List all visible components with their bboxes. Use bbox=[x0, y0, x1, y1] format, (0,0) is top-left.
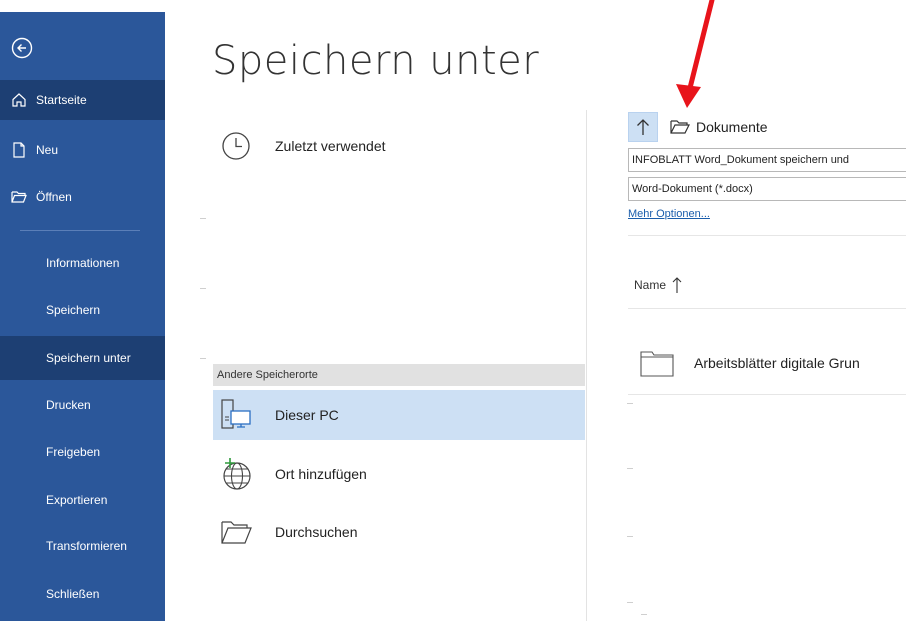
new-document-icon bbox=[13, 142, 25, 158]
ruler-tick bbox=[200, 288, 206, 289]
nav-item-label: Informationen bbox=[46, 256, 120, 270]
separator-line bbox=[628, 394, 906, 395]
location-label: Dieser PC bbox=[275, 407, 339, 423]
nav-divider bbox=[20, 230, 140, 231]
location-browse[interactable]: Durchsuchen bbox=[213, 512, 585, 552]
nav-item-neu[interactable]: Neu bbox=[0, 130, 165, 170]
clock-icon bbox=[222, 132, 250, 160]
page-title: Speichern unter bbox=[212, 38, 540, 84]
location-this-pc[interactable]: Dieser PC bbox=[213, 390, 585, 440]
ruler-tick bbox=[641, 614, 647, 615]
more-options-link[interactable]: Mehr Optionen... bbox=[628, 208, 710, 220]
up-arrow-icon bbox=[637, 119, 649, 135]
filetype-select[interactable]: Word-Dokument (*.docx) bbox=[628, 177, 906, 201]
open-folder-icon bbox=[11, 191, 27, 203]
back-arrow-icon[interactable] bbox=[11, 37, 33, 59]
nav-item-exportieren[interactable]: Exportieren bbox=[0, 480, 165, 520]
column-header-name[interactable]: Name bbox=[634, 276, 682, 294]
nav-item-schliessen[interactable]: Schließen bbox=[0, 574, 165, 614]
section-header-other-locations: Andere Speicherorte bbox=[213, 364, 585, 386]
pane-divider bbox=[586, 110, 587, 621]
up-folder-button[interactable] bbox=[628, 112, 658, 142]
nav-item-label: Exportieren bbox=[46, 493, 108, 507]
ruler-tick bbox=[627, 403, 633, 404]
ruler-tick bbox=[627, 602, 633, 603]
home-icon bbox=[12, 93, 26, 107]
ruler-tick bbox=[200, 358, 206, 359]
nav-item-label: Freigeben bbox=[46, 445, 101, 459]
nav-item-label: Drucken bbox=[46, 398, 91, 412]
nav-item-label: Startseite bbox=[36, 93, 87, 107]
location-label: Ort hinzufügen bbox=[275, 466, 367, 482]
folder-row[interactable]: Arbeitsblätter digitale Grun bbox=[628, 338, 906, 388]
folder-name: Arbeitsblätter digitale Grun bbox=[694, 355, 860, 371]
open-folder-icon bbox=[221, 521, 252, 544]
computer-icon bbox=[221, 399, 251, 429]
nav-item-label: Neu bbox=[36, 143, 59, 157]
ruler-tick bbox=[200, 218, 206, 219]
nav-item-drucken[interactable]: Drucken bbox=[0, 385, 165, 425]
filename-input[interactable]: INFOBLATT Word_Dokument speichern und bbox=[628, 148, 906, 172]
location-add-place[interactable]: Ort hinzufügen bbox=[213, 452, 585, 496]
location-label: Durchsuchen bbox=[275, 524, 358, 540]
nav-item-startseite[interactable]: Startseite bbox=[0, 80, 165, 120]
nav-item-freigeben[interactable]: Freigeben bbox=[0, 432, 165, 472]
column-header-label: Name bbox=[634, 278, 667, 292]
separator-line bbox=[628, 308, 906, 309]
ruler-tick bbox=[627, 536, 633, 537]
nav-item-label: Speichern unter bbox=[46, 351, 131, 365]
nav-item-label: Öffnen bbox=[36, 190, 72, 204]
open-folder-icon bbox=[670, 120, 690, 134]
sort-ascending-icon bbox=[672, 277, 682, 293]
location-recent[interactable]: Zuletzt verwendet bbox=[213, 126, 585, 166]
backstage-nav: Startseite Neu Öffnen Informationen Spei… bbox=[0, 12, 165, 621]
separator-line bbox=[628, 235, 906, 236]
globe-add-icon bbox=[223, 458, 251, 490]
nav-item-transformieren[interactable]: Transformieren bbox=[0, 526, 165, 566]
location-label: Zuletzt verwendet bbox=[275, 138, 386, 154]
folder-icon bbox=[640, 351, 674, 377]
ruler-tick bbox=[627, 468, 633, 469]
nav-item-speichern[interactable]: Speichern bbox=[0, 290, 165, 330]
nav-item-label: Transformieren bbox=[46, 539, 127, 553]
breadcrumb-current[interactable]: Dokumente bbox=[696, 119, 768, 135]
path-bar: Dokumente bbox=[628, 112, 768, 142]
nav-item-informationen[interactable]: Informationen bbox=[0, 243, 165, 283]
nav-item-oeffnen[interactable]: Öffnen bbox=[0, 177, 165, 217]
nav-item-speichern-unter[interactable]: Speichern unter bbox=[0, 336, 165, 380]
nav-item-label: Schließen bbox=[46, 587, 100, 601]
nav-item-label: Speichern bbox=[46, 303, 101, 317]
